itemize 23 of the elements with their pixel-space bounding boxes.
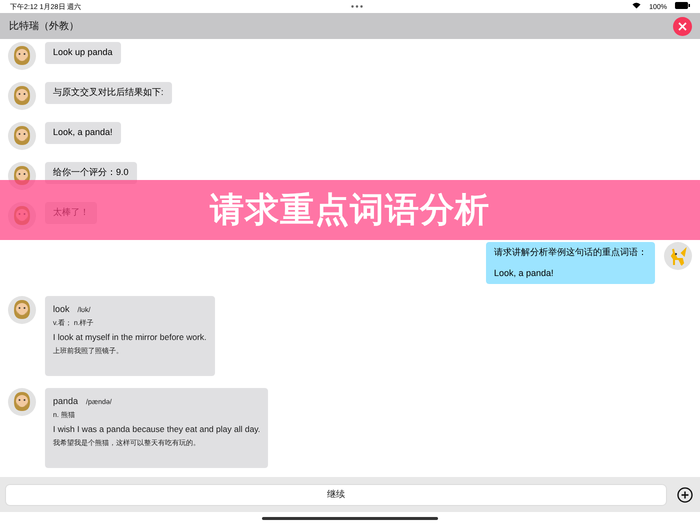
word-text: look bbox=[53, 304, 70, 314]
message-bubble: 请求讲解分析举例这句话的重点词语： Look, a panda! bbox=[486, 242, 655, 284]
message-bubble: 与原文交叉对比后结果如下: bbox=[45, 82, 172, 104]
example-sentence: I wish I was a panda because they eat and play all day. bbox=[53, 424, 260, 434]
bearded-man-avatar-icon bbox=[8, 122, 36, 150]
close-button[interactable] bbox=[673, 16, 692, 36]
bearded-man-avatar-icon bbox=[8, 42, 36, 70]
word-text: panda bbox=[53, 396, 78, 406]
banner-text: 请求重点词语分析 bbox=[210, 190, 490, 231]
cat-avatar-icon bbox=[664, 242, 692, 270]
add-icon[interactable] bbox=[677, 486, 693, 502]
bearded-man-avatar-icon bbox=[8, 82, 36, 110]
battery-icon bbox=[674, 2, 690, 9]
message-bubble: Look up panda bbox=[45, 42, 121, 64]
example-sentence: I look at myself in the mirror before work. bbox=[53, 332, 207, 342]
message-bubble: Look, a panda! bbox=[45, 122, 121, 144]
bearded-man-avatar-icon bbox=[8, 388, 36, 416]
chat-title: 比特瑞（外教） bbox=[9, 20, 79, 33]
close-icon bbox=[678, 22, 687, 30]
more-dots-icon bbox=[350, 5, 363, 8]
bearded-man-avatar-icon bbox=[8, 296, 36, 324]
continue-button[interactable]: 继续 bbox=[5, 484, 667, 506]
wifi-icon bbox=[632, 2, 642, 9]
